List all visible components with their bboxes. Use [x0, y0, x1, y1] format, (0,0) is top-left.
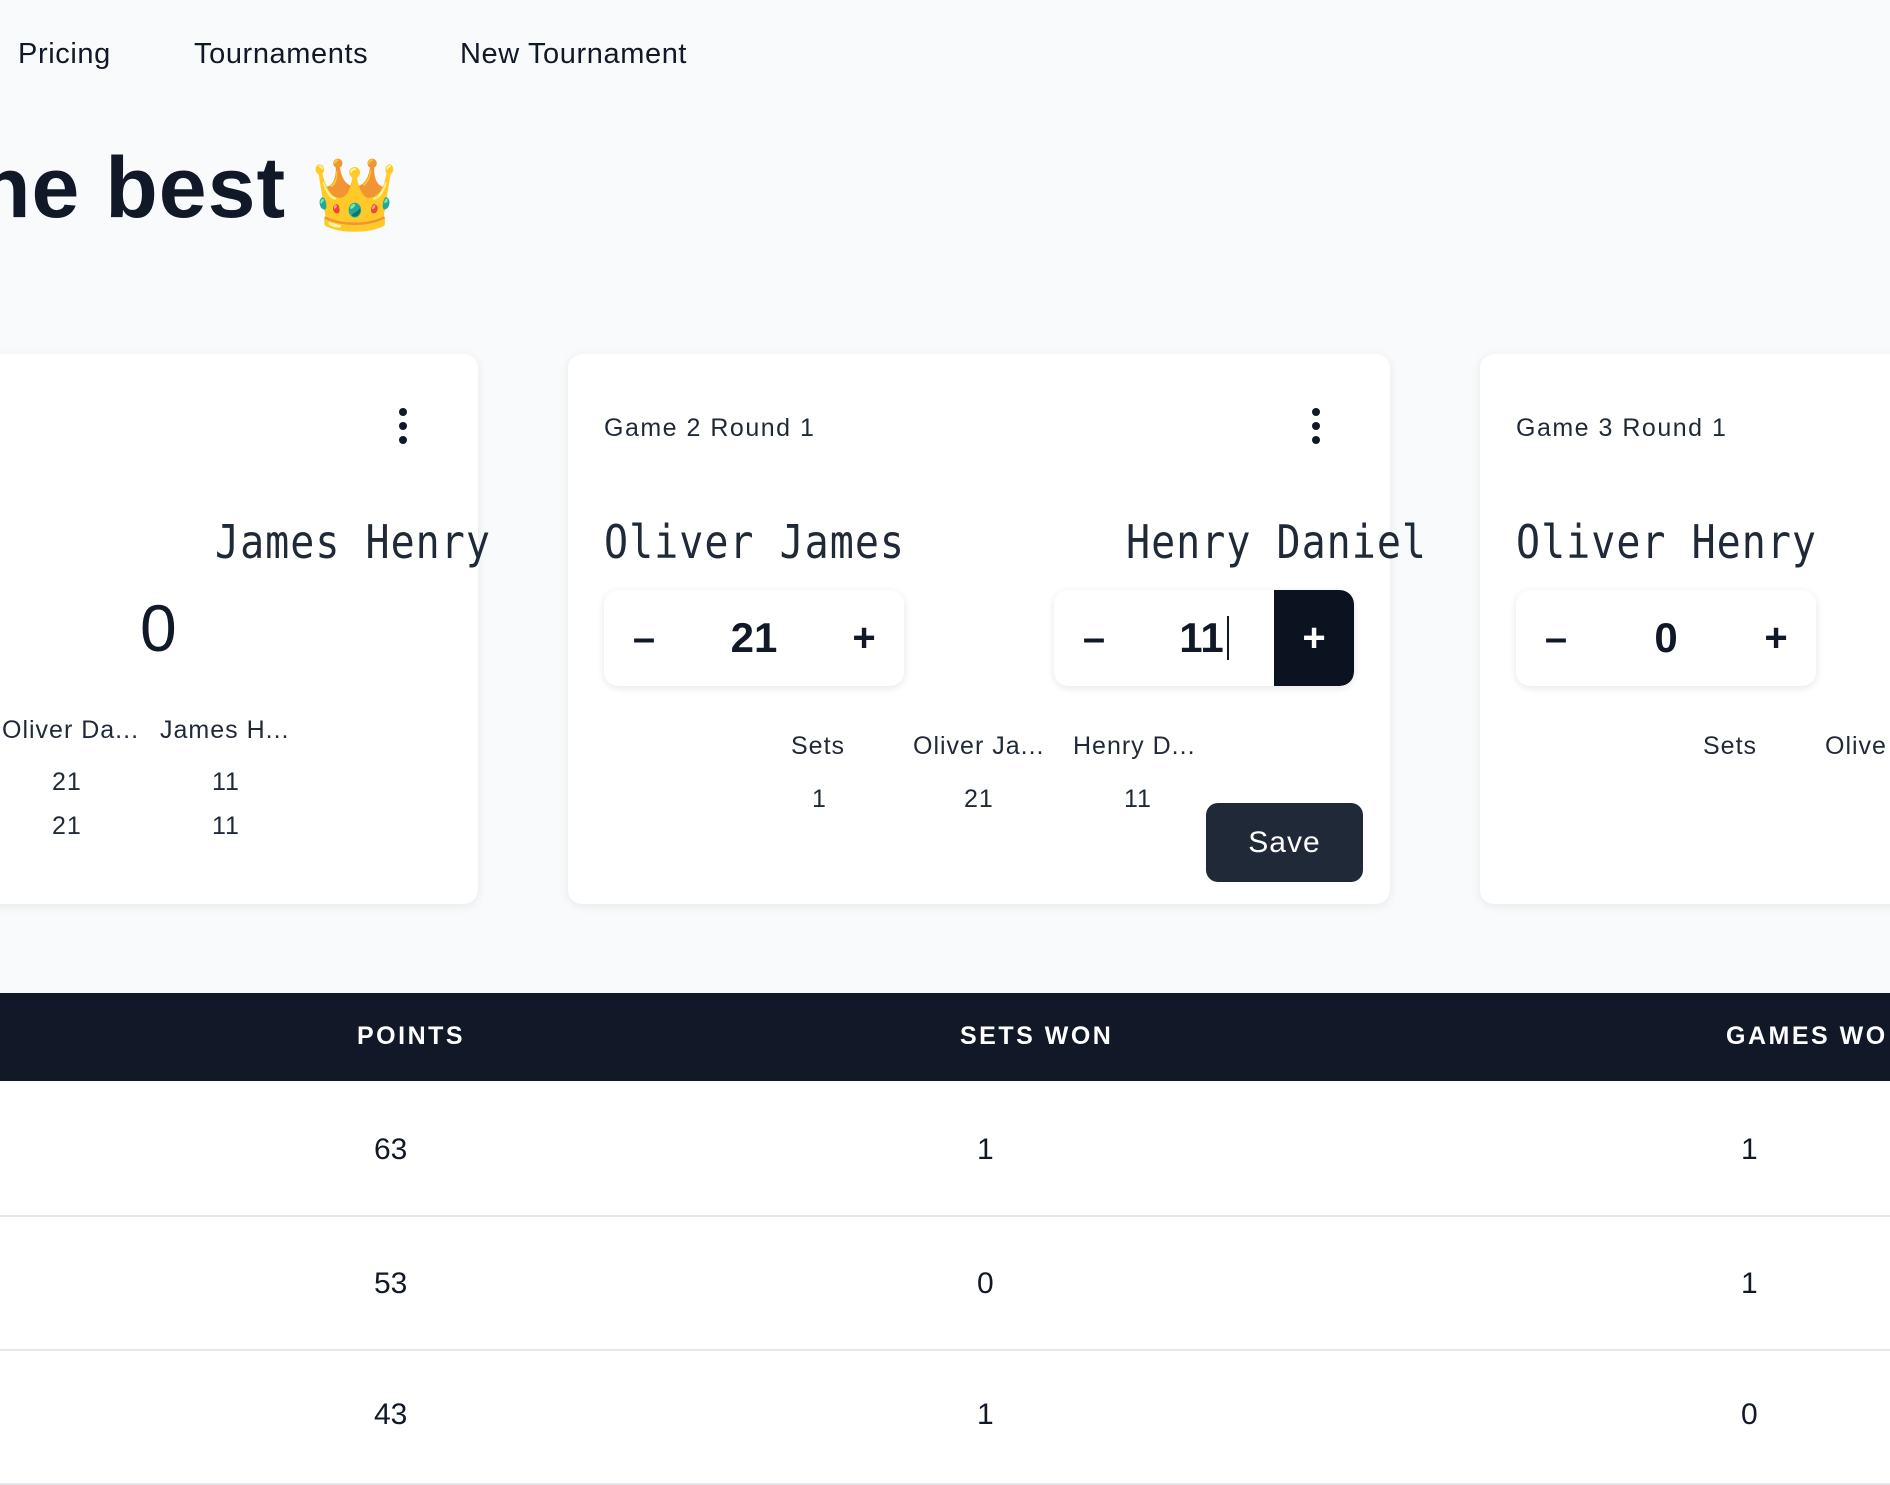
card1-score: 0 [140, 591, 177, 665]
page-title-text: he best [0, 140, 287, 236]
table-row [0, 1083, 1890, 1217]
row2-games-won: 1 [1741, 1267, 1758, 1300]
score-value-card3[interactable]: 0 [1596, 590, 1736, 686]
card3-header-sets: Sets [1703, 732, 1758, 760]
score-value-right: 11 [1179, 614, 1224, 661]
crown-icon: 👑 [311, 155, 400, 234]
card3-player-left: Oliver Henry [1516, 516, 1817, 570]
row1-games-won: 1 [1741, 1133, 1758, 1166]
row1-points: 63 [374, 1133, 408, 1166]
row2-points: 53 [374, 1267, 408, 1300]
table-row [0, 1217, 1890, 1351]
increment-button[interactable]: + [1736, 590, 1816, 686]
card1-col-1: Oliver Da... [2, 716, 140, 744]
score-value-left[interactable]: 21 [684, 590, 824, 686]
card2-player-left: Oliver James [604, 516, 905, 570]
leaderboard-header [0, 993, 1890, 1081]
card1-r2c1: 21 [52, 812, 82, 840]
col-games-won[interactable]: GAMES WO [1726, 1022, 1888, 1051]
increment-button[interactable]: + [824, 590, 904, 686]
table-row [0, 1351, 1890, 1485]
card2-player-right: Henry Daniel [1126, 516, 1427, 570]
nav-pricing[interactable]: Pricing [18, 38, 111, 71]
more-options-icon[interactable] [398, 408, 408, 452]
card1-r1c1: 21 [52, 768, 82, 796]
col-sets-won[interactable]: SETS WON [960, 1022, 1113, 1051]
card2-val-p2: 11 [1124, 785, 1152, 813]
card1-r1c2: 11 [212, 768, 240, 796]
decrement-button[interactable]: – [604, 590, 684, 686]
card2-val-p1: 21 [964, 785, 994, 813]
page-title: he best 👑 [0, 145, 399, 231]
score-stepper-left: – 21 + [604, 590, 904, 686]
row2-sets-won: 0 [977, 1267, 994, 1300]
score-stepper-right: – 11 + [1054, 590, 1354, 686]
nav-tournaments[interactable]: Tournaments [194, 38, 368, 71]
row1-sets-won: 1 [977, 1133, 994, 1166]
increment-button[interactable]: + [1274, 590, 1354, 686]
card1-col-2: James H... [160, 716, 290, 744]
card2-header-p1: Oliver Ja... [913, 732, 1045, 760]
card3-header-p1: Olive [1825, 732, 1887, 760]
card1-player-right: James Henry [215, 516, 491, 570]
row3-points: 43 [374, 1398, 408, 1431]
card2-header-p2: Henry D... [1073, 732, 1196, 760]
card2-title: Game 2 Round 1 [604, 414, 816, 442]
score-input-right[interactable]: 11 [1134, 590, 1274, 686]
score-stepper-card3: – 0 + [1516, 590, 1816, 686]
card1-r2c2: 11 [212, 812, 240, 840]
nav-new-tournament[interactable]: New Tournament [460, 38, 687, 71]
decrement-button[interactable]: – [1054, 590, 1134, 686]
more-options-icon[interactable] [1311, 408, 1321, 452]
decrement-button[interactable]: – [1516, 590, 1596, 686]
card2-val-sets: 1 [812, 785, 827, 813]
row3-sets-won: 1 [977, 1398, 994, 1431]
text-cursor [1226, 616, 1229, 660]
card2-header-sets: Sets [791, 732, 846, 760]
card3-title: Game 3 Round 1 [1516, 414, 1728, 442]
save-button[interactable]: Save [1206, 803, 1363, 882]
col-points[interactable]: POINTS [357, 1022, 465, 1051]
row3-games-won: 0 [1741, 1398, 1758, 1431]
